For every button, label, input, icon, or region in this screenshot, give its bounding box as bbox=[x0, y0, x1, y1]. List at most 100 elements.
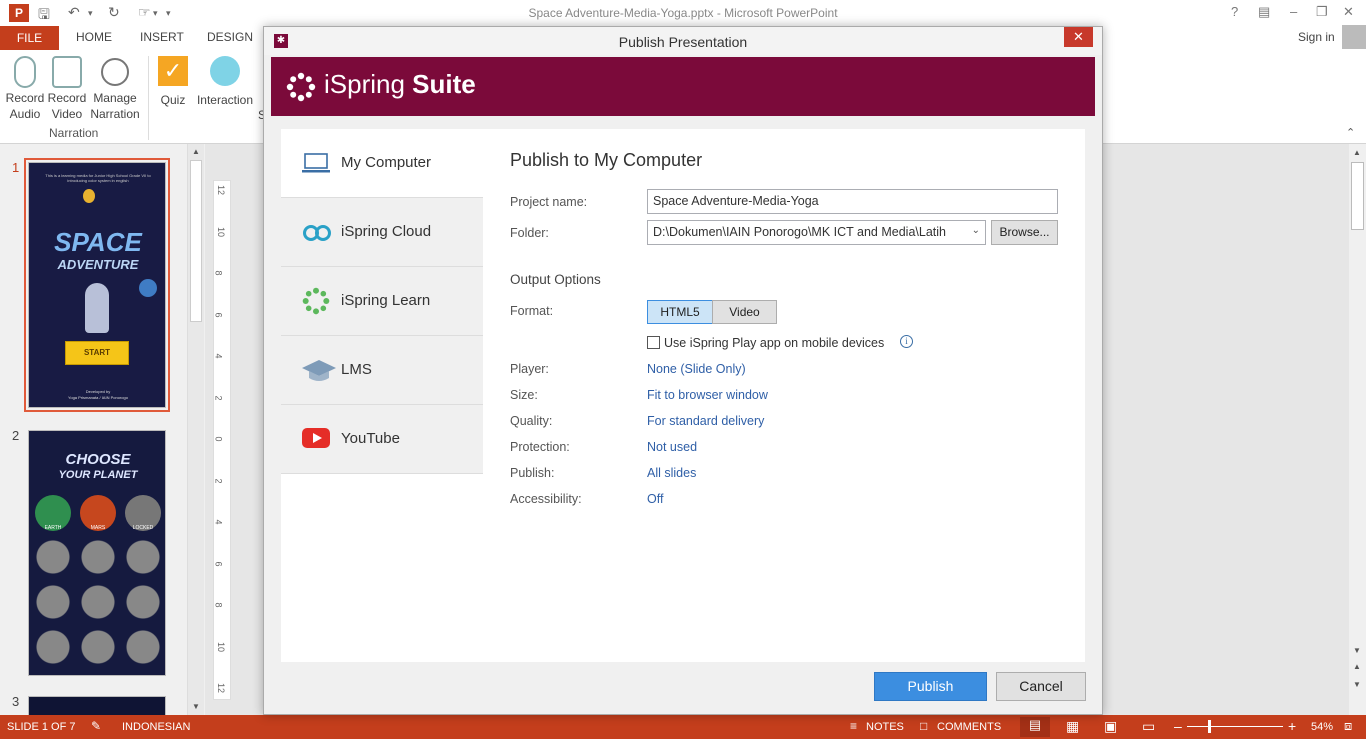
comments-icon[interactable]: □ bbox=[920, 719, 927, 733]
microphone-icon bbox=[14, 56, 36, 88]
vertical-ruler: 12 10 8 6 4 2 0 2 4 6 8 10 12 bbox=[213, 180, 231, 700]
ruler-label: 10 bbox=[216, 226, 227, 237]
publish-button[interactable]: Publish bbox=[874, 672, 987, 701]
folder-value: D:\Dokumen\IAIN Ponorogo\MK ICT and Medi… bbox=[653, 225, 946, 239]
nav-my-computer[interactable]: My Computer bbox=[281, 129, 483, 198]
restore-icon[interactable]: ❐ bbox=[1316, 4, 1328, 20]
tab-design[interactable]: DESIGN bbox=[207, 30, 253, 44]
cancel-button[interactable]: Cancel bbox=[996, 672, 1086, 701]
editor-scroll-thumb[interactable] bbox=[1351, 162, 1364, 230]
previous-slide-icon[interactable]: ▲ bbox=[1353, 662, 1361, 671]
ispring-brand-header: iSpring Suite bbox=[271, 57, 1095, 116]
size-label: Size: bbox=[510, 388, 538, 402]
thumbnail-scrollbar[interactable]: ▲ ▼ bbox=[187, 144, 204, 715]
fit-to-window-icon[interactable]: ⧈ bbox=[1344, 718, 1352, 734]
player-link[interactable]: None (Slide Only) bbox=[647, 362, 746, 376]
nav-ispring-learn[interactable]: iSpring Learn bbox=[281, 267, 483, 336]
graduation-cap-icon bbox=[301, 358, 336, 382]
collapse-ribbon-icon[interactable]: ⌃ bbox=[1346, 126, 1355, 139]
spellcheck-icon[interactable]: ✎ bbox=[91, 719, 101, 733]
next-slide-icon[interactable]: ▼ bbox=[1353, 680, 1361, 689]
reading-view-icon[interactable]: ▣ bbox=[1104, 718, 1117, 735]
notes-icon[interactable]: ≡ bbox=[850, 719, 857, 733]
info-icon[interactable]: i bbox=[900, 335, 913, 348]
zoom-slider[interactable] bbox=[1187, 726, 1283, 727]
mobile-app-checkbox-label[interactable]: Use iSpring Play app on mobile devices bbox=[664, 336, 884, 350]
slide-1-thumbnail[interactable]: This is a learning media for Junior High… bbox=[28, 162, 166, 408]
zoom-in-icon[interactable]: + bbox=[1288, 718, 1296, 734]
laptop-icon bbox=[301, 151, 331, 175]
planet-earth-label: EARTH bbox=[44, 525, 62, 531]
tab-insert[interactable]: INSERT bbox=[140, 30, 184, 44]
sign-in-link[interactable]: Sign in bbox=[1298, 30, 1335, 44]
mobile-app-checkbox[interactable] bbox=[647, 336, 660, 349]
slide-1-planet bbox=[139, 279, 157, 297]
quiz-button[interactable]: ✓ Quiz bbox=[156, 56, 190, 108]
editor-scroll-down-icon[interactable]: ▼ bbox=[1353, 646, 1361, 655]
manage-narration-label-1: Manage bbox=[93, 91, 137, 105]
slide-1-footer-2: Yoga Prismanata / IAIN Ponorogo bbox=[68, 395, 128, 400]
interaction-button[interactable]: Interaction bbox=[194, 56, 256, 108]
close-window-icon[interactable]: ✕ bbox=[1343, 4, 1354, 20]
comments-button[interactable]: COMMENTS bbox=[937, 721, 1001, 733]
nav-ispring-cloud-label: iSpring Cloud bbox=[341, 223, 432, 240]
format-html5-button[interactable]: HTML5 bbox=[647, 300, 713, 324]
ribbon-display-icon[interactable]: ▤ bbox=[1258, 4, 1270, 20]
slide-sorter-icon[interactable]: ▦ bbox=[1066, 718, 1079, 735]
record-video-button[interactable]: Record Video bbox=[46, 56, 88, 122]
brand-name: iSpring Suite bbox=[324, 69, 476, 100]
scroll-up-icon[interactable]: ▲ bbox=[192, 147, 200, 156]
record-audio-label-1: Record bbox=[5, 91, 45, 105]
dialog-close-button[interactable]: ✕ bbox=[1064, 27, 1093, 47]
ruler-label: 4 bbox=[213, 353, 224, 359]
window-title: Space Adventure-Media-Yoga.pptx - Micros… bbox=[528, 6, 838, 20]
tab-home[interactable]: HOME bbox=[76, 30, 112, 44]
size-link[interactable]: Fit to browser window bbox=[647, 388, 768, 402]
destination-nav: My Computer iSpring Cloud iSpring Learn … bbox=[281, 129, 483, 474]
slide-2-title-1: CHOOSE bbox=[65, 451, 131, 468]
publish-dialog: ✱ Publish Presentation ✕ iSpring Suite M… bbox=[263, 26, 1103, 715]
publish-scope-link[interactable]: All slides bbox=[647, 466, 696, 480]
slide-1-caption: This is a learning media for Junior High… bbox=[45, 173, 151, 183]
nav-lms[interactable]: LMS bbox=[281, 336, 483, 405]
editor-scrollbar[interactable]: ▲ ▼ ▲ ▼ bbox=[1349, 144, 1366, 715]
stopwatch-icon bbox=[101, 58, 129, 86]
notes-button[interactable]: NOTES bbox=[866, 721, 904, 733]
nav-ispring-cloud[interactable]: iSpring Cloud bbox=[281, 198, 483, 267]
normal-view-icon[interactable]: ▤ bbox=[1020, 717, 1050, 737]
language-label[interactable]: INDONESIAN bbox=[122, 721, 190, 733]
zoom-slider-thumb[interactable] bbox=[1208, 720, 1211, 733]
slide-3-thumbnail[interactable] bbox=[28, 696, 166, 715]
minimize-icon[interactable]: – bbox=[1290, 4, 1297, 19]
scroll-down-icon[interactable]: ▼ bbox=[192, 702, 200, 711]
browse-button[interactable]: Browse... bbox=[991, 220, 1058, 245]
zoom-out-icon[interactable]: – bbox=[1174, 718, 1182, 734]
format-video-button[interactable]: Video bbox=[712, 300, 777, 324]
tab-file[interactable]: FILE bbox=[0, 26, 59, 50]
status-bar: SLIDE 1 OF 7 ✎ INDONESIAN ≡ NOTES □ COMM… bbox=[0, 715, 1366, 739]
slideshow-view-icon[interactable]: ▭ bbox=[1142, 718, 1155, 735]
zoom-level[interactable]: 54% bbox=[1311, 721, 1333, 733]
help-icon[interactable]: ? bbox=[1231, 4, 1238, 19]
cloud-icon bbox=[301, 220, 331, 244]
nav-youtube[interactable]: YouTube bbox=[281, 405, 483, 474]
brand-name-light: iSpring bbox=[324, 69, 413, 99]
player-label: Player: bbox=[510, 362, 549, 376]
protection-link[interactable]: Not used bbox=[647, 440, 697, 454]
interaction-label: Interaction bbox=[196, 93, 254, 107]
folder-label: Folder: bbox=[510, 226, 549, 240]
accessibility-link[interactable]: Off bbox=[647, 492, 663, 506]
record-audio-button[interactable]: Record Audio bbox=[4, 56, 46, 122]
planet-grid-locked bbox=[35, 539, 161, 669]
editor-scroll-up-icon[interactable]: ▲ bbox=[1353, 148, 1361, 157]
ruler-label: 0 bbox=[213, 436, 224, 442]
manage-narration-button[interactable]: Manage Narration bbox=[90, 56, 140, 122]
slide-2-thumbnail[interactable]: CHOOSE YOUR PLANET EARTH MARS LOCKED bbox=[28, 430, 166, 676]
slide-thumbnail-pane: 1 This is a learning media for Junior Hi… bbox=[0, 144, 205, 715]
project-name-input[interactable]: Space Adventure-Media-Yoga bbox=[647, 189, 1058, 214]
record-audio-label-2: Audio bbox=[9, 107, 41, 121]
quality-link[interactable]: For standard delivery bbox=[647, 414, 764, 428]
user-avatar-icon bbox=[1342, 25, 1366, 49]
folder-select[interactable]: D:\Dokumen\IAIN Ponorogo\MK ICT and Medi… bbox=[647, 220, 986, 245]
thumbnail-scroll-thumb[interactable] bbox=[190, 160, 202, 322]
